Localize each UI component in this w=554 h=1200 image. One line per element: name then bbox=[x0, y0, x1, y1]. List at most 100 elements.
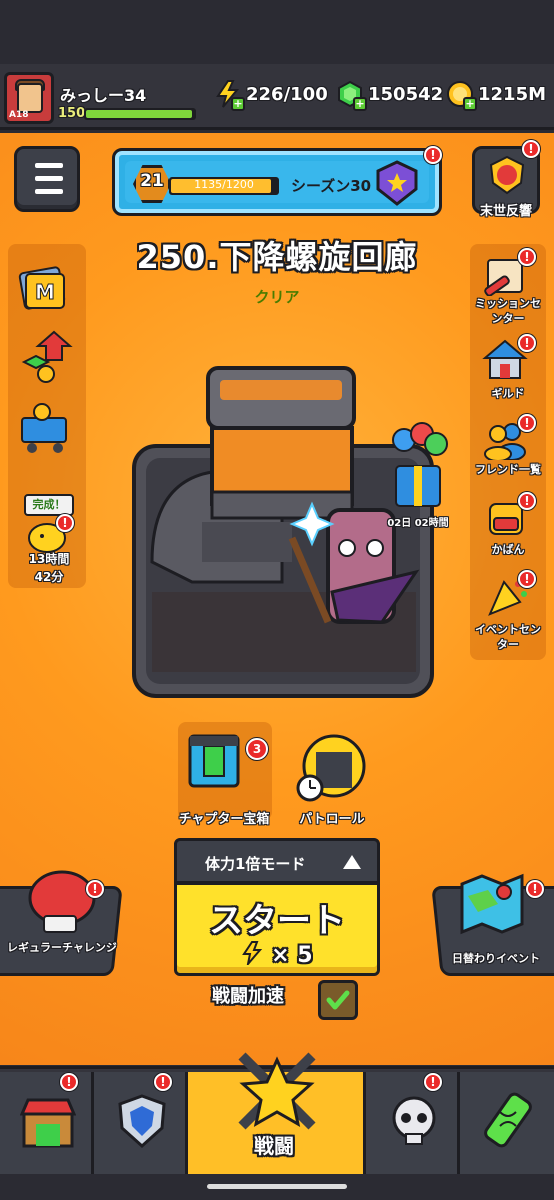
nav-skills[interactable] bbox=[366, 1072, 460, 1174]
stage-scene-illustration bbox=[132, 366, 434, 698]
store-icon bbox=[20, 1098, 76, 1148]
guild-alert-badge: ! bbox=[518, 334, 536, 352]
completed-tag: 完成！ bbox=[24, 494, 74, 516]
season-alert-badge: ! bbox=[424, 146, 442, 164]
shop-cart-button[interactable] bbox=[16, 396, 76, 460]
event-alert-badge: ! bbox=[518, 570, 536, 588]
daily-event-alert-badge: ! bbox=[526, 880, 544, 898]
home-indicator bbox=[207, 1184, 347, 1189]
cart-icon bbox=[21, 403, 67, 453]
friends-label: フレンド一覧 bbox=[475, 463, 541, 476]
start-cost: × 5 bbox=[177, 941, 377, 968]
season-progress-text: 1135/1200 bbox=[194, 178, 254, 191]
nav-battle-label: 戦闘 bbox=[254, 1134, 294, 1158]
season-shield-icon bbox=[373, 159, 421, 207]
treasure-chest-icon bbox=[188, 734, 240, 788]
start-label: スタート bbox=[209, 901, 345, 941]
skull-icon bbox=[392, 1096, 436, 1145]
battle-speed-checkbox[interactable] bbox=[318, 980, 358, 1020]
nav-battle[interactable]: 戦闘 bbox=[188, 1052, 366, 1174]
growth-button[interactable] bbox=[18, 328, 74, 388]
apocalypse-alert-badge: ! bbox=[522, 140, 540, 158]
nav-shop-badge: ! bbox=[60, 1073, 78, 1091]
event-center-label: イベントセンター bbox=[475, 623, 541, 651]
gem-icon: + bbox=[336, 80, 367, 111]
guild-label: ギルド bbox=[491, 387, 525, 400]
menu-line bbox=[35, 163, 63, 168]
player-avatar[interactable]: A18 bbox=[4, 72, 54, 124]
avatar-level: A18 bbox=[9, 110, 29, 120]
battle-speed-label: 戦闘加速 bbox=[212, 986, 284, 1007]
menu-line bbox=[35, 176, 63, 181]
lightning-icon bbox=[242, 941, 263, 968]
mode-label: 体力1倍モード bbox=[205, 855, 306, 873]
shield-icon bbox=[118, 1094, 166, 1149]
patrol-button[interactable] bbox=[296, 732, 368, 808]
nav-evolve[interactable] bbox=[460, 1072, 554, 1174]
start-button[interactable]: スタート × 5 bbox=[174, 882, 380, 976]
nav-shop[interactable] bbox=[0, 1072, 94, 1174]
idle-timer-minutes: 42分 bbox=[34, 570, 64, 584]
coin-value: 1215M bbox=[478, 83, 547, 105]
growth-arrow-icon bbox=[21, 330, 73, 383]
bottom-navigation: ! ! 戦闘 ! bbox=[0, 1052, 554, 1174]
coin-icon: + bbox=[446, 80, 477, 111]
svg-text:M: M bbox=[35, 280, 55, 304]
regular-challenge-label: レギュラーチャレンジ bbox=[7, 941, 117, 954]
gift-balloon-icon bbox=[392, 422, 448, 507]
player-level: 150 bbox=[58, 106, 86, 121]
chapter-chest-label: チャプター宝箱 bbox=[178, 812, 270, 827]
patrol-icon bbox=[296, 734, 366, 802]
gift-balloon-button[interactable] bbox=[382, 420, 452, 516]
nav-skills-badge: ! bbox=[424, 1073, 442, 1091]
coin-counter[interactable]: + 1215M bbox=[446, 80, 547, 111]
mode-selector[interactable]: 体力1倍モード bbox=[174, 838, 380, 884]
nav-equipment[interactable] bbox=[94, 1072, 188, 1174]
treasure-map-icon bbox=[458, 866, 528, 940]
player-name: みっしー34 bbox=[60, 86, 147, 105]
regular-challenge-alert-badge: ! bbox=[86, 880, 104, 898]
menu-button[interactable] bbox=[14, 146, 80, 212]
plus-icon[interactable]: + bbox=[231, 97, 245, 111]
demon-icon bbox=[489, 155, 525, 195]
lightning-icon: + bbox=[214, 80, 245, 111]
apocalypse-echo-label: 末世反響 bbox=[479, 204, 532, 219]
energy-counter[interactable]: + 226/100 bbox=[214, 80, 328, 111]
boxing-glove-icon bbox=[24, 864, 100, 940]
plus-icon[interactable]: + bbox=[463, 97, 477, 111]
plus-icon[interactable]: + bbox=[353, 97, 367, 111]
nav-equipment-badge: ! bbox=[154, 1073, 172, 1091]
gem-counter[interactable]: + 150542 bbox=[336, 80, 444, 111]
bag-alert-badge: ! bbox=[518, 492, 536, 510]
idle-reward-alert-badge: ! bbox=[56, 514, 74, 532]
patrol-label: パトロール bbox=[299, 812, 365, 827]
star-swords-icon bbox=[238, 1052, 316, 1130]
avatar-face bbox=[17, 83, 43, 113]
daily-event-label: 日替わりイベント bbox=[452, 952, 540, 965]
mission-alert-badge: ! bbox=[518, 248, 536, 266]
chapter-chest-count: 3 bbox=[246, 738, 268, 760]
season-level: 21 bbox=[140, 171, 164, 191]
xp-bar bbox=[84, 108, 196, 120]
monthly-card-button[interactable]: M bbox=[18, 262, 70, 318]
start-panel: 体力1倍モード スタート × 5 bbox=[174, 838, 380, 978]
triangle-up-icon bbox=[343, 855, 361, 869]
season-label: シーズン30 bbox=[291, 177, 372, 195]
checkmark-icon bbox=[326, 990, 350, 1010]
idle-timer-hours: 13時間 bbox=[28, 552, 70, 566]
season-pass-banner[interactable]: 21 1135/1200 シーズン30 bbox=[112, 148, 442, 216]
energy-value: 226/100 bbox=[246, 83, 328, 105]
dna-vial-icon bbox=[484, 1092, 532, 1148]
friends-alert-badge: ! bbox=[518, 414, 536, 432]
menu-line bbox=[35, 189, 63, 194]
mission-center-label: ミッションセンター bbox=[475, 297, 541, 325]
chapter-chest-button[interactable] bbox=[186, 732, 242, 794]
start-cost-value: × 5 bbox=[271, 943, 313, 968]
xp-bar-fill bbox=[86, 110, 192, 118]
card-icon: M bbox=[18, 266, 66, 310]
gem-value: 150542 bbox=[368, 83, 444, 105]
stage-map[interactable] bbox=[132, 362, 434, 698]
bag-label: かばん bbox=[491, 543, 525, 556]
gift-timer: 02日 02時間 bbox=[387, 518, 449, 529]
status-bar bbox=[0, 0, 554, 64]
